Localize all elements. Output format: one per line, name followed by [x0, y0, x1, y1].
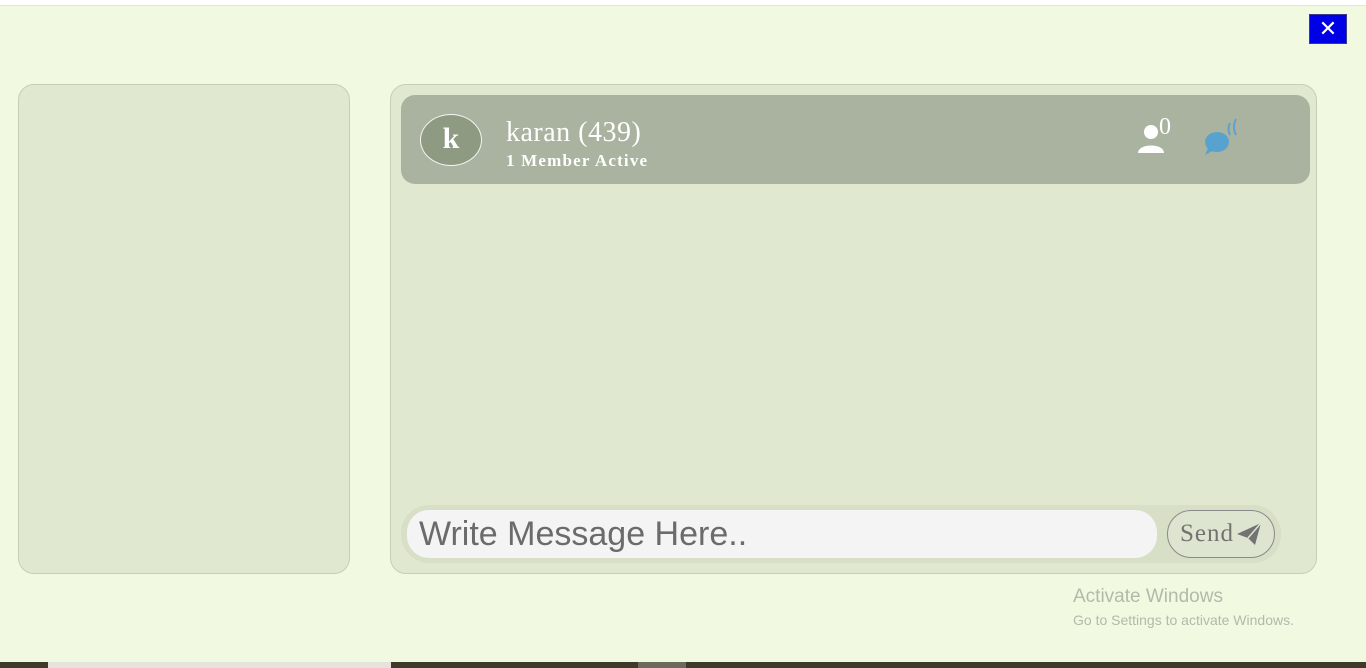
- top-strip: [0, 0, 1366, 6]
- chat-status: 1 Member Active: [506, 151, 649, 170]
- chat-panel: k karan (439) 1 Member Active 0 Send: [390, 84, 1317, 574]
- message-input[interactable]: [407, 510, 1157, 558]
- avatar-letter: k: [442, 122, 460, 155]
- close-icon: ✕: [1318, 16, 1338, 42]
- chat-notification-icon: [1205, 118, 1237, 155]
- members-count: 0: [1159, 114, 1171, 140]
- send-label: Send: [1180, 520, 1234, 547]
- message-composer: Send: [401, 505, 1281, 563]
- windows-activation-watermark: Activate Windows Go to Settings to activ…: [1073, 586, 1294, 628]
- conversation-list-panel: [18, 84, 350, 574]
- paper-plane-icon: [1237, 522, 1262, 545]
- avatar[interactable]: k: [420, 114, 482, 166]
- taskbar-item[interactable]: [48, 662, 391, 668]
- members-button[interactable]: 0: [1136, 115, 1180, 159]
- send-button[interactable]: Send: [1167, 510, 1275, 558]
- watermark-title: Activate Windows: [1073, 586, 1223, 607]
- close-button[interactable]: ✕: [1309, 14, 1347, 44]
- watermark-subtitle: Go to Settings to activate Windows.: [1073, 612, 1294, 628]
- notification-button[interactable]: [1200, 115, 1250, 159]
- taskbar: [0, 662, 1366, 668]
- chat-header: k karan (439) 1 Member Active 0: [401, 95, 1310, 184]
- taskbar-item[interactable]: [638, 662, 686, 668]
- chat-title: karan (439): [506, 117, 642, 148]
